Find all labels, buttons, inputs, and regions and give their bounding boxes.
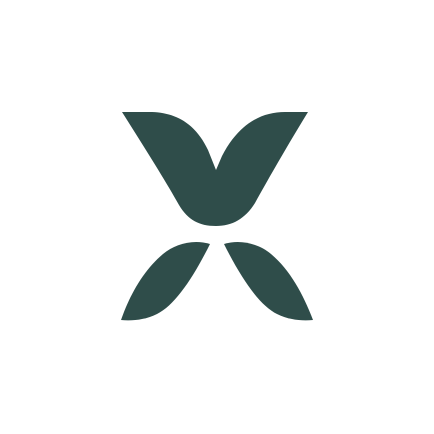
logo-canvas <box>0 0 434 434</box>
logo-lower-left-leaf <box>121 242 210 321</box>
logo-lower-right-leaf <box>224 242 313 321</box>
logo-v-shape <box>122 112 308 226</box>
abstract-x-leaf-logo-icon <box>121 112 313 321</box>
